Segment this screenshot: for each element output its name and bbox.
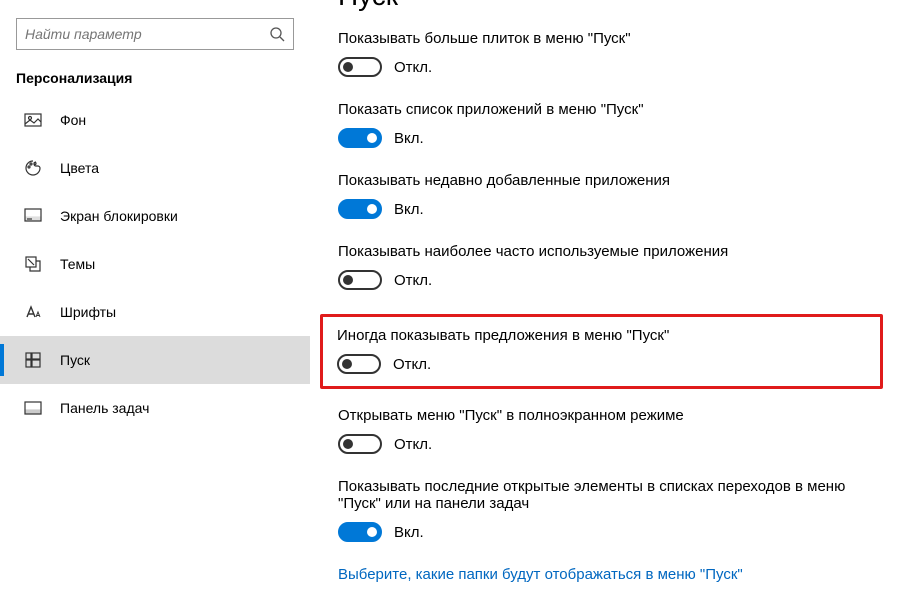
sidebar: Главная Персонализация Фон Цвета Экран бло… xyxy=(0,0,310,596)
folders-link[interactable]: Выберите, какие папки будут отображаться… xyxy=(338,566,873,583)
toggle-row: Вкл. xyxy=(338,199,873,219)
setting-label: Показать список приложений в меню "Пуск" xyxy=(338,101,873,118)
settings-list: Показывать больше плиток в меню "Пуск" От… xyxy=(338,30,873,542)
toggle-row: Вкл. xyxy=(338,128,873,148)
sidebar-item-фон[interactable]: Фон xyxy=(0,96,310,144)
toggle-state-label: Вкл. xyxy=(394,130,424,147)
sidebar-item-label: Панель задач xyxy=(60,400,149,416)
lockscreen-icon xyxy=(24,207,42,225)
toggle-state-label: Вкл. xyxy=(394,524,424,541)
setting-label: Открывать меню "Пуск" в полноэкранном ре… xyxy=(338,407,873,424)
sidebar-item-темы[interactable]: Темы xyxy=(0,240,310,288)
sidebar-item-label: Темы xyxy=(60,256,95,272)
nav-list: Фон Цвета Экран блокировки Темы Шрифты Пуск Па… xyxy=(0,96,310,432)
toggle-switch[interactable] xyxy=(338,434,382,454)
search-icon xyxy=(269,26,285,42)
sidebar-item-цвета[interactable]: Цвета xyxy=(0,144,310,192)
sidebar-item-label: Экран блокировки xyxy=(60,208,178,224)
sidebar-item-home[interactable]: Главная xyxy=(0,0,310,10)
toggle-state-label: Откл. xyxy=(394,59,432,76)
toggle-switch[interactable] xyxy=(338,522,382,542)
setting-label: Показывать недавно добавленные приложени… xyxy=(338,172,873,189)
sidebar-item-label: Фон xyxy=(60,112,86,128)
setting-item: Открывать меню "Пуск" в полноэкранном ре… xyxy=(338,407,873,454)
toggle-switch[interactable] xyxy=(337,354,381,374)
content: Пуск Показывать больше плиток в меню "Пу… xyxy=(310,0,897,596)
sidebar-item-панель-задач[interactable]: Панель задач xyxy=(0,384,310,432)
start-icon xyxy=(24,351,42,369)
toggle-row: Вкл. xyxy=(338,522,873,542)
themes-icon xyxy=(24,255,42,273)
sidebar-item-пуск[interactable]: Пуск xyxy=(0,336,310,384)
toggle-state-label: Откл. xyxy=(394,272,432,289)
toggle-state-label: Вкл. xyxy=(394,201,424,218)
sidebar-item-экран-блокировки[interactable]: Экран блокировки xyxy=(0,192,310,240)
setting-item: Показывать последние открытые элементы в… xyxy=(338,478,873,542)
search-input[interactable] xyxy=(25,26,269,42)
image-icon xyxy=(24,111,42,129)
highlight-box: Иногда показывать предложения в меню "Пу… xyxy=(320,314,883,389)
sidebar-item-label: Шрифты xyxy=(60,304,116,320)
setting-label: Показывать больше плиток в меню "Пуск" xyxy=(338,30,873,47)
toggle-switch[interactable] xyxy=(338,199,382,219)
search-box[interactable] xyxy=(16,18,294,50)
sidebar-item-label: Цвета xyxy=(60,160,99,176)
page-title: Пуск xyxy=(338,0,873,12)
setting-item: Показывать недавно добавленные приложени… xyxy=(338,172,873,219)
category-title: Персонализация xyxy=(0,64,310,96)
toggle-state-label: Откл. xyxy=(393,356,431,373)
search-wrap xyxy=(0,10,310,64)
sidebar-item-шрифты[interactable]: Шрифты xyxy=(0,288,310,336)
setting-item: Показать список приложений в меню "Пуск"… xyxy=(338,101,873,148)
toggle-switch[interactable] xyxy=(338,128,382,148)
setting-label: Показывать наиболее часто используемые п… xyxy=(338,243,873,260)
taskbar-icon xyxy=(24,399,42,417)
setting-item: Показывать наиболее часто используемые п… xyxy=(338,243,873,290)
setting-label: Иногда показывать предложения в меню "Пу… xyxy=(337,327,866,344)
setting-item: Иногда показывать предложения в меню "Пу… xyxy=(337,327,866,374)
fonts-icon xyxy=(24,303,42,321)
toggle-row: Откл. xyxy=(338,270,873,290)
toggle-row: Откл. xyxy=(337,354,866,374)
palette-icon xyxy=(24,159,42,177)
setting-label: Показывать последние открытые элементы в… xyxy=(338,478,873,512)
toggle-state-label: Откл. xyxy=(394,436,432,453)
toggle-row: Откл. xyxy=(338,57,873,77)
toggle-row: Откл. xyxy=(338,434,873,454)
toggle-switch[interactable] xyxy=(338,270,382,290)
setting-item: Показывать больше плиток в меню "Пуск" От… xyxy=(338,30,873,77)
sidebar-item-label: Пуск xyxy=(60,352,90,368)
toggle-switch[interactable] xyxy=(338,57,382,77)
